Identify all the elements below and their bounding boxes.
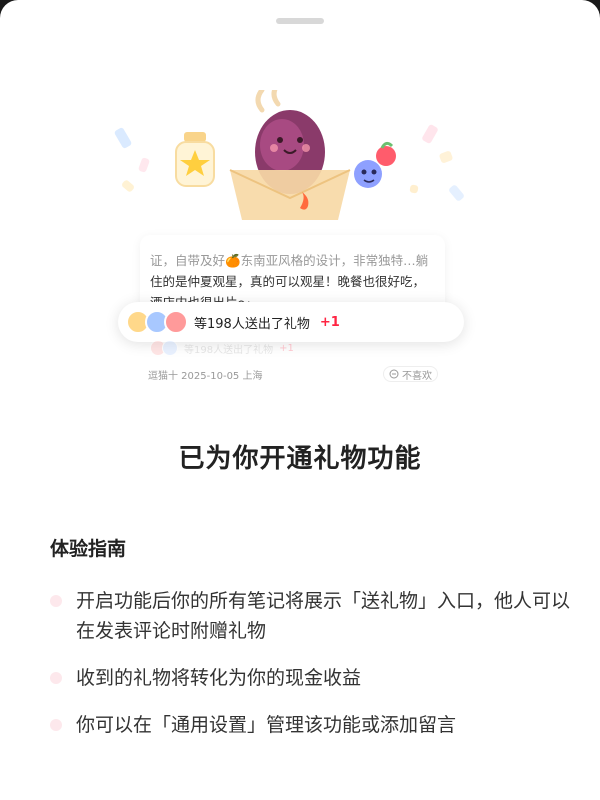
sweet-potato-gift-illustration: [229, 110, 351, 220]
dislike-button: 不喜欢: [383, 366, 438, 382]
list-item: 收到的礼物将转化为你的现金收益: [50, 663, 570, 693]
star-jar-icon: [175, 132, 215, 187]
post-meta: 逗猫十 2025-10-05 上海 不喜欢: [148, 366, 438, 382]
gift-plus-badge: +1: [319, 314, 340, 330]
dislike-icon: [389, 369, 399, 379]
bottom-sheet: 证，自带及好🍊东南亚风格的设计，非常独特…躺 住的是仲夏观星，真的可以观星！晚餐…: [0, 0, 600, 800]
gift-ghost-plus: +1: [279, 342, 294, 354]
guide-list: 开启功能后你的所有笔记将展示「送礼物」入口，他人可以在发表评论时附赠礼物 收到的…: [50, 586, 570, 757]
post-text-line: 证，自带及好🍊东南亚风格的设计，非常独特…躺: [150, 253, 429, 268]
list-item: 你可以在「通用设置」管理该功能或添加留言: [50, 710, 570, 740]
dislike-label: 不喜欢: [402, 370, 432, 382]
gift-summary-bar: 等198人送出了礼物 +1: [118, 302, 464, 342]
guide-title: 体验指南: [50, 538, 127, 560]
avatar: [164, 310, 188, 334]
post-meta-info: 逗猫十 2025-10-05 上海: [148, 370, 263, 382]
page-title: 已为你开通礼物功能: [178, 444, 422, 474]
guide-item-text: 收到的礼物将转化为你的现金收益: [76, 667, 362, 689]
bullet-dot: [50, 672, 62, 684]
gifter-avatars: [126, 310, 188, 334]
berry-gift-icon: [354, 141, 396, 188]
avatar: [162, 340, 178, 356]
gift-ghost-text: 等198人送出了礼物: [184, 344, 274, 356]
guide-item-text: 你可以在「通用设置」管理该功能或添加留言: [76, 714, 457, 736]
bullet-dot: [50, 719, 62, 731]
list-item: 开启功能后你的所有笔记将展示「送礼物」入口，他人可以在发表评论时附赠礼物: [50, 586, 570, 646]
bullet-dot: [50, 595, 62, 607]
gift-summary-ghost: 等198人送出了礼物 +1: [150, 340, 294, 356]
guide-item-text: 开启功能后你的所有笔记将展示「送礼物」入口，他人可以在发表评论时附赠礼物: [76, 590, 571, 642]
drag-handle[interactable]: [276, 18, 324, 24]
post-text-line: 住的是仲夏观星，真的可以观星！晚餐也很好吃，: [150, 274, 426, 289]
gift-count-text: 等198人送出了礼物: [194, 316, 310, 332]
